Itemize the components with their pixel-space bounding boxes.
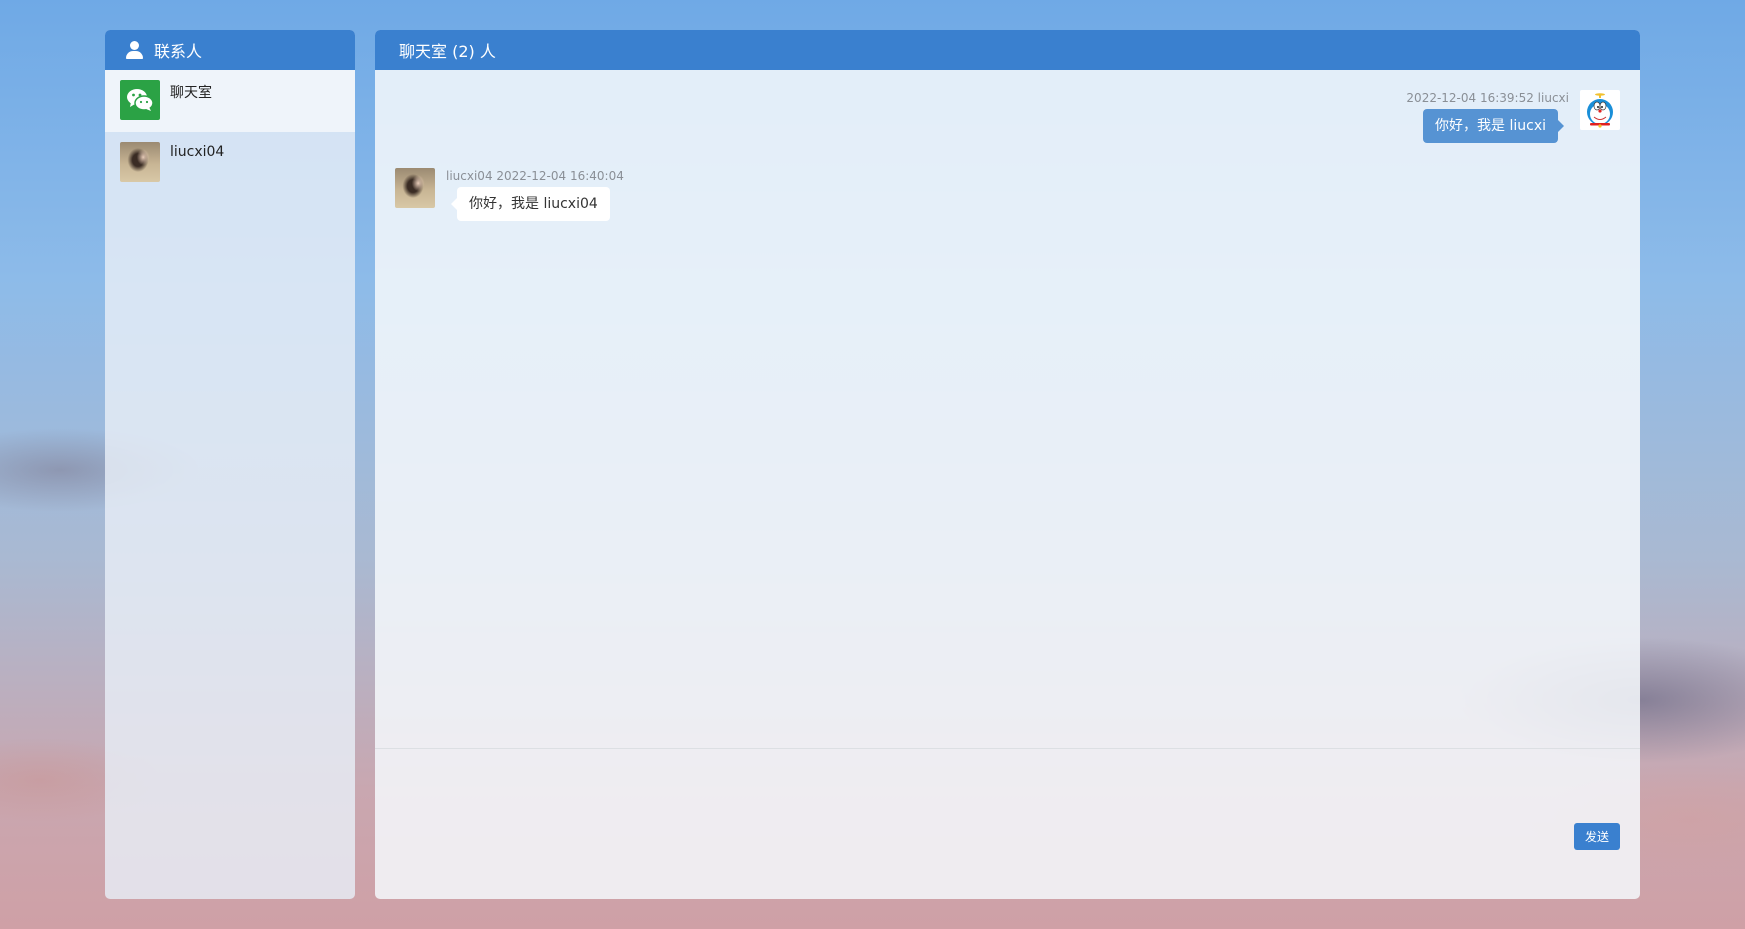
wechat-icon: [120, 80, 160, 120]
person-icon: [125, 40, 145, 60]
chat-panel: 聊天室 (2) 人 2022-12-04 16:39:52 liucxi 你好，…: [375, 30, 1640, 899]
contacts-title: 联系人: [154, 42, 203, 61]
message-list: 2022-12-04 16:39:52 liucxi 你好，我是 liucxi: [375, 70, 1640, 710]
photo-avatar: [120, 142, 160, 182]
contact-name: 聊天室: [170, 85, 212, 101]
contact-item-liucxi04[interactable]: liucxi04: [105, 132, 355, 194]
message-mine: 2022-12-04 16:39:52 liucxi 你好，我是 liucxi: [1406, 90, 1620, 143]
message-input[interactable]: [375, 749, 1640, 899]
message-meta: 2022-12-04 16:39:52 liucxi: [1406, 91, 1569, 105]
photo-avatar: [395, 168, 435, 208]
message-other: liucxi04 2022-12-04 16:40:04 你好，我是 liucx…: [395, 168, 624, 221]
message-meta: liucxi04 2022-12-04 16:40:04: [446, 169, 624, 183]
contacts-header: 联系人: [105, 30, 355, 70]
contact-name: liucxi04: [170, 144, 225, 160]
message-bubble: 你好，我是 liucxi04: [451, 187, 610, 221]
message-bubble: 你好，我是 liucxi: [1423, 109, 1564, 143]
send-button[interactable]: 发送: [1574, 823, 1620, 850]
contacts-panel: 联系人 聊天室 liucxi04: [105, 30, 355, 899]
chat-header: 聊天室 (2) 人: [375, 30, 1640, 70]
doraemon-avatar: [1580, 90, 1620, 130]
chat-title: 聊天室 (2) 人: [399, 42, 496, 61]
contact-item-chatroom[interactable]: 聊天室: [105, 70, 355, 132]
